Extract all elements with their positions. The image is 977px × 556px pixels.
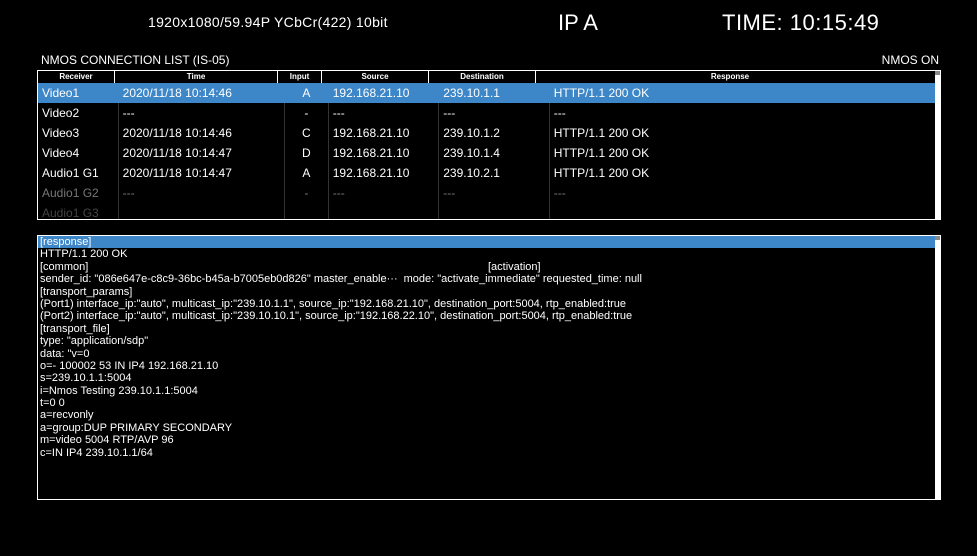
table-row[interactable]: Video1 2020/11/18 10:14:46 A 192.168.21.10 2…	[38, 83, 940, 103]
activation-line: mode: "activate_immediate" requested_tim…	[403, 273, 642, 286]
col-destination: Destination	[429, 71, 536, 83]
response-line: m=video 5004 RTP/AVP 96	[40, 434, 174, 447]
cell-source: ---	[329, 103, 440, 123]
time-display: TIME: 10:15:49	[722, 10, 880, 35]
cell-response: ---	[553, 106, 566, 120]
cell-input	[285, 203, 329, 219]
cell-source: ---	[329, 183, 440, 203]
table-header: Receiver Time Input Source Destination R…	[38, 71, 940, 83]
cell-time: 2020/11/18 10:14:46	[119, 123, 285, 143]
response-line: (Port1) interface_ip:"auto", multicast_i…	[40, 297, 627, 310]
table-row[interactable]: Audio1 G2 --- - --- --- ---	[38, 183, 940, 203]
cell-receiver: Video4	[38, 143, 119, 163]
cell-destination: 239.10.1.1	[439, 83, 550, 103]
activation-header: [activation]	[488, 260, 541, 273]
cell-receiver: Audio1 G1	[38, 163, 119, 183]
response-line: a=group:DUP PRIMARY SECONDARY	[40, 421, 233, 434]
response-line: s=239.10.1.1:5004	[40, 372, 132, 385]
response-line: HTTP/1.1 200 OK	[40, 248, 128, 261]
cell-source	[329, 203, 440, 219]
col-response: Response	[710, 72, 750, 81]
cell-source: 192.168.21.10	[329, 83, 440, 103]
response-line: o=- 100002 53 IN IP4 192.168.21.10	[40, 359, 219, 372]
cell-response	[550, 203, 940, 219]
table-body: Video1 2020/11/18 10:14:46 A 192.168.21.10 2…	[38, 83, 940, 219]
cell-input: -	[285, 183, 329, 203]
response-line: [transport_params]	[40, 285, 133, 298]
response-line: i=Nmos Testing 239.10.1.1:5004	[40, 384, 198, 397]
cell-response: HTTP/1.1 200 OK	[553, 146, 650, 160]
cell-time: 2020/11/18 10:14:47	[119, 163, 285, 183]
response-scrollbar[interactable]	[935, 236, 940, 499]
table-row[interactable]: Video3 2020/11/18 10:14:46 C 192.168.21.10 2…	[38, 123, 940, 143]
cell-destination: 239.10.1.2	[439, 123, 550, 143]
cell-time: ---	[119, 103, 285, 123]
cell-time: ---	[119, 183, 285, 203]
cell-destination: 239.10.2.1	[439, 163, 550, 183]
cell-input: A	[285, 83, 329, 103]
response-line: t=0 0	[40, 397, 65, 410]
response-line: sender_id: "086e647e-c8c9-36bc-b45a-b700…	[40, 273, 642, 286]
cell-destination: ---	[439, 183, 550, 203]
response-section-header: [response]	[38, 236, 940, 249]
response-panel[interactable]: [response] HTTP/1.1 200 OK [common] [activa…	[37, 235, 941, 500]
cell-receiver: Audio1 G2	[38, 183, 119, 203]
response-line: (Port2) interface_ip:"auto", multicast_i…	[40, 310, 633, 323]
table-row[interactable]: Audio1 G1 2020/11/18 10:14:47 A 192.168.21.…	[38, 163, 940, 183]
cell-response: HTTP/1.1 200 OK	[553, 166, 650, 180]
cell-destination: 239.10.1.4	[439, 143, 550, 163]
cell-receiver: Video3	[38, 123, 119, 143]
cell-source: 192.168.21.10	[329, 163, 440, 183]
cell-response: HTTP/1.1 200 OK	[553, 126, 650, 140]
status-header: 1920x1080/59.94P YCbCr(422) 10bit IP A T…	[0, 0, 977, 48]
ip-label: IP A	[558, 10, 598, 35]
response-line: type: "application/sdp"	[40, 335, 149, 348]
table-row[interactable]: Video4 2020/11/18 10:14:47 D 192.168.21.10 2…	[38, 143, 940, 163]
col-time: Time	[115, 71, 278, 83]
cell-receiver: Video1	[38, 83, 119, 103]
cell-response: HTTP/1.1 200 OK	[553, 86, 650, 100]
response-line: a=recvonly	[40, 409, 94, 422]
cell-input: D	[285, 143, 329, 163]
cell-destination	[439, 203, 550, 219]
table-row[interactable]: Audio1 G3	[38, 203, 940, 219]
response-line: c=IN IP4 239.10.1.1/64	[40, 446, 153, 459]
connection-table[interactable]: Receiver Time Input Source Destination R…	[37, 70, 941, 220]
cell-input: A	[285, 163, 329, 183]
col-receiver: Receiver	[38, 71, 115, 83]
video-format: 1920x1080/59.94P YCbCr(422) 10bit	[148, 14, 388, 30]
cell-receiver: Video2	[38, 103, 119, 123]
cell-input: C	[285, 123, 329, 143]
list-title: NMOS CONNECTION LIST (IS-05)	[41, 53, 230, 67]
response-line: [common] [activation]	[40, 260, 541, 273]
cell-destination: ---	[439, 103, 550, 123]
col-source: Source	[322, 71, 429, 83]
cell-response: ---	[553, 186, 566, 200]
cell-time	[119, 203, 285, 219]
cell-source: 192.168.21.10	[329, 123, 440, 143]
table-row[interactable]: Video2 --- - --- --- ---	[38, 103, 940, 123]
response-line: data: "v=0	[40, 347, 90, 360]
cell-time: 2020/11/18 10:14:46	[119, 83, 285, 103]
nmos-status: NMOS ON	[881, 53, 939, 67]
col-input: Input	[278, 71, 322, 83]
cell-source: 192.168.21.10	[329, 143, 440, 163]
cell-time: 2020/11/18 10:14:47	[119, 143, 285, 163]
table-scrollbar[interactable]	[935, 71, 940, 219]
cell-input: -	[285, 103, 329, 123]
cell-receiver: Audio1 G3	[38, 203, 119, 219]
response-line: [transport_file]	[40, 322, 110, 335]
